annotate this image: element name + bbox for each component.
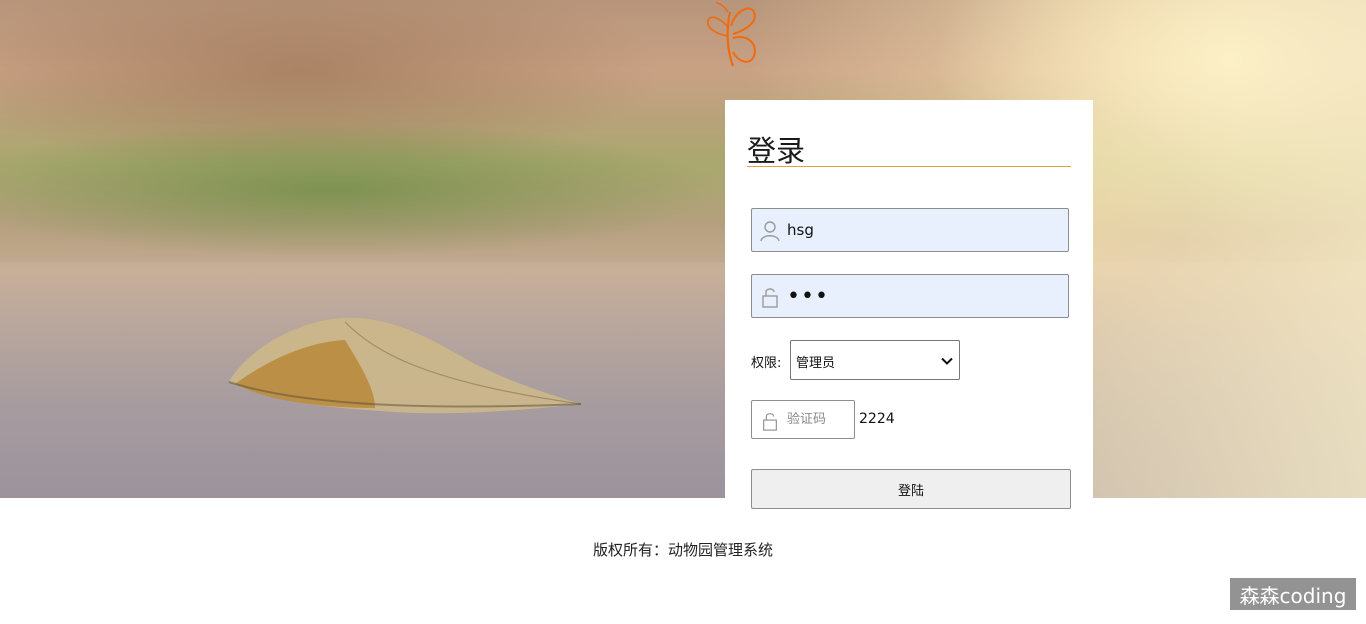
username-input[interactable] bbox=[787, 209, 1057, 251]
captcha-field[interactable] bbox=[751, 400, 855, 439]
captcha-input[interactable] bbox=[787, 401, 851, 438]
login-title: 登录 bbox=[747, 134, 806, 168]
lock-icon bbox=[763, 413, 777, 431]
password-input[interactable] bbox=[787, 275, 1057, 317]
background-photo bbox=[0, 0, 1366, 498]
captcha-code[interactable]: 2224 bbox=[859, 411, 895, 427]
butterfly-logo-icon bbox=[706, 2, 756, 67]
role-selected-value: 管理员 bbox=[796, 356, 836, 371]
chevron-down-icon bbox=[941, 357, 953, 365]
login-card: 登录 权限: 管理员 2224 登陆 bbox=[725, 100, 1093, 509]
login-button[interactable]: 登陆 bbox=[751, 469, 1071, 509]
user-icon bbox=[760, 221, 780, 242]
role-select[interactable]: 管理员 bbox=[790, 340, 960, 380]
copyright-text: 版权所有：动物园管理系统 bbox=[592, 541, 773, 559]
title-underline bbox=[747, 166, 1071, 167]
leaf-illustration bbox=[228, 317, 582, 414]
username-field[interactable] bbox=[751, 208, 1069, 252]
role-label: 权限: bbox=[751, 356, 782, 371]
watermark-badge: 森森coding bbox=[1230, 578, 1356, 610]
lock-icon bbox=[762, 288, 778, 308]
password-field[interactable] bbox=[751, 274, 1069, 318]
